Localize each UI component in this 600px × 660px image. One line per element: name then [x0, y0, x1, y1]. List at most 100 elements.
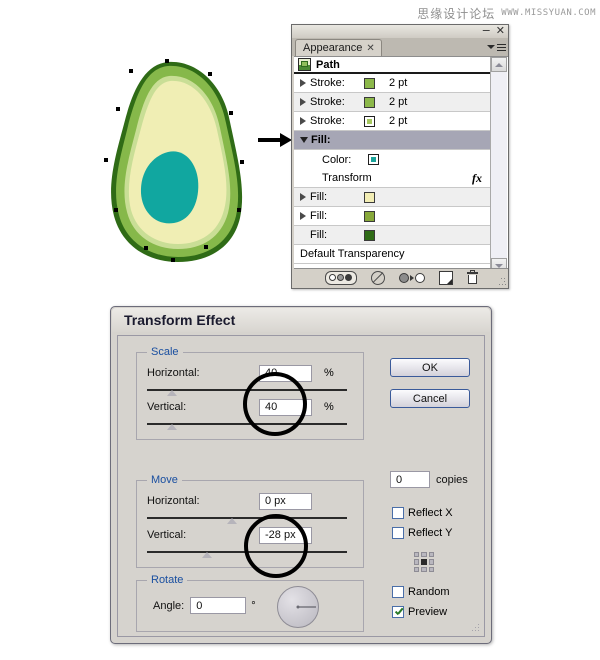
rotate-angle-unit: ° [251, 599, 256, 612]
chevron-down-icon [487, 45, 495, 49]
close-icon[interactable]: ✕ [496, 25, 505, 37]
transform-effect-dialog[interactable]: Transform Effect Scale Horizontal: 40 % … [110, 306, 492, 644]
move-horizontal-slider-track[interactable] [147, 517, 347, 519]
disclosure-triangle-open-icon[interactable] [300, 137, 308, 143]
panel-scrollbar[interactable] [490, 57, 507, 273]
opacity-appearance-icon[interactable] [324, 270, 357, 285]
copies-label: copies [436, 473, 468, 486]
rotate-dial-hub [296, 605, 300, 609]
scroll-up-icon[interactable] [491, 57, 507, 72]
anchor-middle-left[interactable] [414, 559, 420, 565]
random-row[interactable]: Random [392, 586, 450, 598]
reflect-x-row[interactable]: Reflect X [392, 507, 453, 519]
disclosure-triangle-icon[interactable] [300, 193, 306, 201]
stroke-color-swatch[interactable] [364, 115, 375, 127]
panel-resize-grip[interactable] [499, 278, 506, 285]
move-highlight-circle [244, 514, 308, 578]
row-label: Fill: [310, 191, 328, 203]
rotate-angle-row: Angle: 0 ° [153, 597, 256, 614]
panel-menu-icon[interactable] [484, 40, 506, 54]
scale-vertical-slider-track[interactable] [147, 423, 347, 425]
appearance-row-fill-3[interactable]: Fill: [294, 226, 490, 245]
appearance-row-fill-selected[interactable]: Fill: [294, 131, 490, 150]
rotate-angle-input[interactable]: 0 [190, 597, 247, 614]
move-legend: Move [147, 474, 182, 486]
disclosure-triangle-icon[interactable] [300, 117, 306, 125]
disclosure-triangle-icon[interactable] [300, 212, 306, 220]
panel-footer-toolbar[interactable] [294, 268, 508, 286]
tab-appearance[interactable]: Appearance ✕ [295, 39, 382, 56]
fill-color-swatch[interactable] [364, 210, 375, 222]
move-vertical-slider-thumb[interactable] [202, 552, 212, 558]
reduce-to-basic-appearance-icon[interactable] [398, 272, 425, 283]
row-label: Stroke: [310, 96, 345, 108]
watermark: 思缘设计论坛 WWW.MISSYUAN.COM [380, 4, 596, 22]
random-checkbox[interactable] [392, 586, 404, 598]
anchor-bottom-right[interactable] [428, 566, 434, 572]
avocado-svg [104, 59, 244, 262]
fx-icon[interactable]: fx [472, 171, 482, 186]
move-horizontal-row: Horizontal: 0 px [147, 492, 357, 510]
scale-horizontal-unit: % [324, 367, 334, 379]
preview-label: Preview [408, 606, 448, 618]
anchor-top-right[interactable] [428, 552, 434, 558]
appearance-row-stroke-3[interactable]: Stroke: 2 pt [294, 112, 490, 131]
clear-appearance-icon[interactable] [370, 270, 385, 285]
fill-color-swatch[interactable] [364, 229, 375, 241]
reflect-y-checkbox[interactable] [392, 527, 404, 539]
disclosure-triangle-icon[interactable] [300, 98, 306, 106]
appearance-row-fill-1[interactable]: Fill: [294, 188, 490, 207]
anchor-top-left[interactable] [414, 552, 420, 558]
panel-titlebar[interactable]: − ✕ [292, 25, 508, 39]
row-label: Fill: [310, 229, 328, 241]
scale-vertical-slider-thumb[interactable] [167, 424, 177, 430]
stroke-color-swatch[interactable] [364, 96, 375, 108]
appearance-row-color[interactable]: Color: [294, 150, 490, 169]
appearance-row-default-transparency[interactable]: Default Transparency [294, 245, 490, 264]
dialog-resize-grip[interactable] [472, 624, 480, 632]
anchor-top-center[interactable] [421, 552, 427, 558]
tab-close-icon[interactable]: ✕ [366, 43, 374, 54]
disclosure-triangle-icon[interactable] [300, 79, 306, 87]
appearance-row-stroke-1[interactable]: Stroke: 2 pt [294, 74, 490, 93]
appearance-panel[interactable]: − ✕ Appearance ✕ Path Stroke: 2 pt Strok… [291, 24, 509, 289]
ok-button[interactable]: OK [390, 358, 470, 377]
duplicate-item-icon[interactable] [438, 270, 453, 285]
appearance-target-row[interactable]: Path [294, 57, 490, 74]
row-label: Transform [322, 172, 372, 184]
anchor-bottom-left[interactable] [414, 566, 420, 572]
scale-vertical-unit: % [324, 401, 334, 413]
anchor-point-selector[interactable] [414, 552, 434, 572]
reflect-y-row[interactable]: Reflect Y [392, 527, 452, 539]
appearance-row-stroke-2[interactable]: Stroke: 2 pt [294, 93, 490, 112]
dialog-title: Transform Effect [112, 308, 490, 332]
minimize-icon[interactable]: − [482, 25, 491, 37]
flow-arrow-icon [258, 130, 294, 150]
hamburger-icon [497, 43, 506, 51]
move-horizontal-slider-thumb[interactable] [227, 518, 237, 524]
preview-row[interactable]: Preview [392, 606, 447, 618]
reflect-x-checkbox[interactable] [392, 507, 404, 519]
scale-horizontal-slider-thumb[interactable] [167, 390, 177, 396]
anchor-bottom-center[interactable] [421, 566, 427, 572]
row-label: Fill: [310, 210, 328, 222]
watermark-chinese: 思缘设计论坛 [417, 6, 496, 21]
fill-color-swatch[interactable] [364, 191, 375, 203]
anchor-center[interactable] [421, 559, 427, 565]
anchor-middle-right[interactable] [428, 559, 434, 565]
appearance-row-fill-2[interactable]: Fill: [294, 207, 490, 226]
appearance-row-transform[interactable]: Transform fx [294, 169, 490, 188]
move-horizontal-input[interactable]: 0 px [259, 492, 312, 510]
move-horizontal-label: Horizontal: [147, 495, 200, 507]
delete-item-icon[interactable] [466, 269, 478, 284]
cancel-button[interactable]: Cancel [390, 389, 470, 408]
appearance-list[interactable]: Path Stroke: 2 pt Stroke: 2 pt Stroke: 2… [294, 57, 490, 273]
fill-color-swatch[interactable] [368, 154, 379, 165]
stroke-color-swatch[interactable] [364, 77, 375, 89]
scale-horizontal-label: Horizontal: [147, 367, 200, 379]
preview-checkbox[interactable] [392, 606, 404, 618]
arrow-svg [258, 133, 292, 147]
row-label: Default Transparency [300, 248, 405, 260]
rotate-dial[interactable] [277, 586, 319, 628]
copies-input[interactable]: 0 [390, 471, 430, 488]
